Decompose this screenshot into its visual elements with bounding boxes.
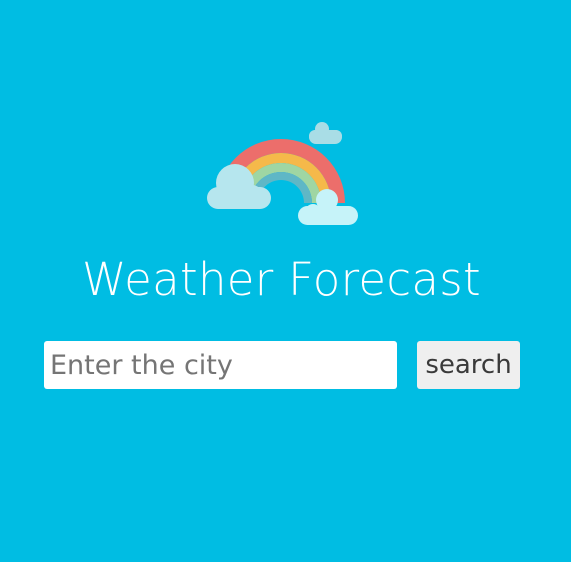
search-form: search: [44, 341, 524, 389]
rainbow-with-clouds-icon: [207, 122, 358, 225]
small-cloud-icon: [309, 122, 342, 144]
page-title: Weather Forecast: [82, 253, 481, 306]
weather-app: Weather Forecast search: [0, 0, 571, 562]
search-button[interactable]: search: [417, 341, 520, 389]
city-search-input[interactable]: [44, 341, 397, 389]
